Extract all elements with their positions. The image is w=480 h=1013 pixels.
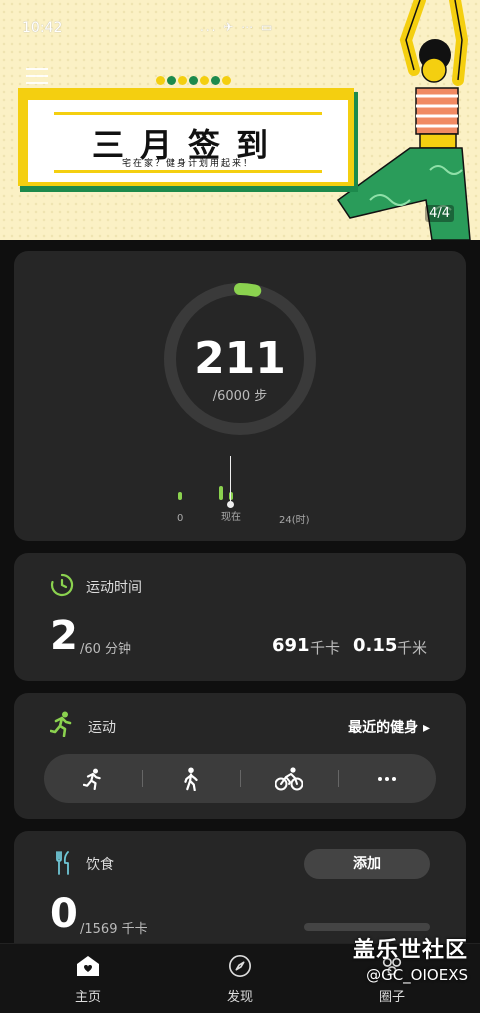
more-activities-button[interactable]: [338, 754, 436, 803]
food-calories-value: 0: [50, 891, 78, 937]
exercise-card[interactable]: 运动 最近的健身 ▸: [14, 693, 466, 819]
community-watermark: 盖乐世社区 @GC_OIOEXS: [353, 932, 468, 984]
run-button[interactable]: [44, 754, 142, 803]
timeline-now-label: 现在: [221, 512, 241, 523]
promo-banner[interactable]: 10:42 ... ✈ ⋯ ▭ 三月签到 宅在家？健身计划用起来！ 4/4: [0, 0, 480, 240]
nav-discover[interactable]: 发现: [190, 954, 290, 1005]
status-time: 10:42: [22, 20, 63, 36]
walk-icon: [184, 766, 198, 791]
distance-value: 0.15: [353, 635, 398, 656]
running-person-icon: [50, 711, 72, 737]
walk-button[interactable]: [142, 754, 240, 803]
distance-unit: 千米: [397, 639, 428, 657]
decorative-dots: [156, 70, 233, 89]
status-icons: ... ✈ ⋯ ▭: [200, 20, 275, 34]
step-bar: [178, 492, 182, 500]
steps-card[interactable]: 211 /6000 步 0 现在 24(时): [14, 251, 466, 541]
status-bar: 10:42 ... ✈ ⋯ ▭: [0, 0, 480, 40]
calories-unit: 千卡: [310, 639, 341, 657]
steps-goal: /6000 步: [212, 389, 268, 404]
food-label: 饮食: [86, 857, 114, 873]
run-icon: [83, 768, 101, 790]
step-bar: [219, 486, 223, 500]
nav-circle-label: 圈子: [378, 990, 405, 1005]
add-food-button[interactable]: 添加: [304, 849, 430, 879]
app-screen: 10:42 ... ✈ ⋯ ▭ 三月签到 宅在家？健身计划用起来！ 4/4 21…: [0, 0, 480, 1013]
exercise-time-value: 2: [50, 613, 78, 659]
food-calories-goal: /1569 千卡: [80, 922, 148, 937]
exercise-time-goal: /60 分钟: [80, 642, 132, 657]
nav-home[interactable]: 主页: [38, 954, 138, 1005]
watermark-title: 盖乐世社区: [352, 938, 468, 963]
menu-icon[interactable]: [26, 68, 48, 84]
cycle-icon: [275, 766, 303, 790]
compass-icon: [229, 955, 251, 977]
recent-workouts-link[interactable]: 最近的健身 ▸: [348, 717, 430, 737]
exercise-label: 运动: [88, 720, 116, 736]
food-progress-bar: [304, 923, 430, 931]
timeline-start-label: 0: [177, 513, 184, 524]
banner-subtitle: 宅在家？健身计划用起来！: [121, 159, 254, 169]
banner-card: 三月签到 宅在家？健身计划用起来！: [18, 88, 358, 192]
clock-icon: [50, 573, 74, 597]
exercise-time-label: 运动时间: [86, 580, 142, 596]
nav-discover-label: 发现: [226, 990, 253, 1005]
banner-page-indicator: 4/4: [425, 205, 454, 222]
cycle-button[interactable]: [240, 754, 338, 803]
calories-value: 691: [272, 635, 310, 656]
now-marker-dot: [227, 501, 234, 508]
activity-selector: [44, 754, 436, 803]
now-marker-line: [230, 456, 231, 504]
timeline-end-label: 24(时): [279, 515, 310, 526]
exercise-time-card[interactable]: 运动时间 2 /60 分钟 691 千卡 0.15 千米: [14, 553, 466, 681]
nav-home-label: 主页: [74, 990, 101, 1005]
steps-count: 211: [194, 333, 286, 384]
fork-knife-icon: [56, 851, 69, 875]
watermark-handle: @GC_OIOEXS: [366, 966, 468, 984]
home-icon: [77, 956, 99, 976]
more-icon: [378, 776, 396, 781]
